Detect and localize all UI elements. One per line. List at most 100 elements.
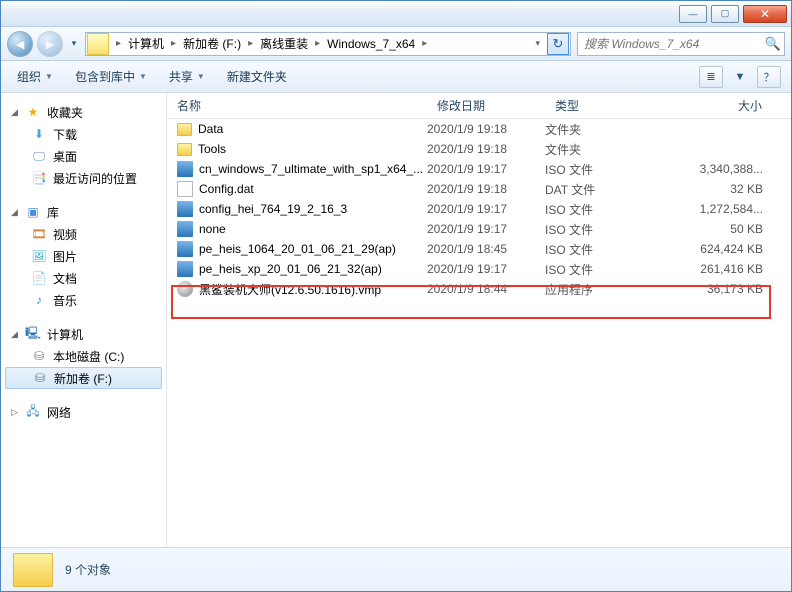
sidebar-item[interactable]: ♪ 音乐 <box>1 289 166 311</box>
file-name: Data <box>198 122 223 136</box>
change-view-button[interactable]: ≣ <box>699 66 723 88</box>
command-bar: 组织 ▼ 包含到库中 ▼ 共享 ▼ 新建文件夹 ≣ ▼ ？ <box>1 61 791 93</box>
sidebar-item[interactable]: ⛁本地磁盘 (C:) <box>1 345 166 367</box>
item-label: 文档 <box>53 270 77 287</box>
recent-locations-dropdown[interactable]: ▾ <box>67 31 81 57</box>
chevron-right-icon[interactable]: ▸ <box>245 38 256 49</box>
breadcrumb-segment[interactable]: 计算机 <box>124 33 168 55</box>
file-type: 文件夹 <box>545 141 653 158</box>
iso-icon <box>177 261 193 277</box>
chevron-down-icon: ▼ <box>139 72 147 81</box>
file-size: 3,340,388... <box>653 162 791 176</box>
forward-button[interactable]: ► <box>37 31 63 57</box>
file-row[interactable]: pe_heis_1064_20_01_06_21_29(ap)2020/1/9 … <box>167 239 791 259</box>
file-date: 2020/1/9 18:45 <box>427 242 545 256</box>
chevron-right-icon[interactable]: ▸ <box>312 38 323 49</box>
file-name: pe_heis_xp_20_01_06_21_32(ap) <box>199 262 382 276</box>
breadcrumb-segment[interactable]: Windows_7_x64 <box>323 33 419 55</box>
file-name: cn_windows_7_ultimate_with_sp1_x64_... <box>199 162 423 176</box>
view-dropdown[interactable]: ▼ <box>733 66 747 88</box>
size-column-header[interactable]: 大小 <box>653 93 791 118</box>
libraries-label: 库 <box>47 204 59 221</box>
organize-label: 组织 <box>17 68 41 85</box>
favorites-header[interactable]: ◢ ★ 收藏夹 <box>1 101 166 123</box>
item-icon: 🖵 <box>31 148 47 164</box>
file-rows[interactable]: Data2020/1/9 19:18文件夹Tools2020/1/9 19:18… <box>167 119 791 547</box>
file-size: 36,173 KB <box>653 282 791 296</box>
close-button[interactable]: ✕ <box>743 5 787 23</box>
include-in-library-menu[interactable]: 包含到库中 ▼ <box>69 65 153 88</box>
breadcrumb-segment[interactable]: 离线重装 <box>256 33 312 55</box>
sidebar-item[interactable]: 📄文档 <box>1 267 166 289</box>
folder-icon <box>87 33 109 55</box>
search-input[interactable] <box>578 33 762 55</box>
name-column-header[interactable]: 名称 <box>167 93 427 118</box>
libraries-header[interactable]: ◢ ▣ 库 <box>1 201 166 223</box>
type-column-header[interactable]: 类型 <box>545 93 653 118</box>
item-icon: ♪ <box>31 292 47 308</box>
file-name: config_hei_764_19_2_16_3 <box>199 202 347 216</box>
sidebar-item[interactable]: 🖼图片 <box>1 245 166 267</box>
new-folder-button[interactable]: 新建文件夹 <box>221 65 293 88</box>
navigation-pane[interactable]: ◢ ★ 收藏夹 ⬇下载 🖵 桌面 📑最近访问的位置 ◢ ▣ 库 🎞视频🖼图片📄文档 ♪ 音… <box>1 93 167 547</box>
file-row[interactable]: cn_windows_7_ultimate_with_sp1_x64_... 20… <box>167 159 791 179</box>
address-dropdown[interactable]: ▾ <box>532 38 543 49</box>
sidebar-item[interactable]: ⬇下载 <box>1 123 166 145</box>
search-icon[interactable]: 🔍 <box>762 36 784 52</box>
maximize-button[interactable]: ▢ <box>711 5 739 23</box>
libraries-group: ◢ ▣ 库 🎞视频🖼图片📄文档 ♪ 音乐 <box>1 201 166 311</box>
refresh-button[interactable]: ↻ <box>547 33 569 55</box>
file-date: 2020/1/9 19:18 <box>427 122 545 136</box>
item-icon: ⛁ <box>32 370 48 386</box>
file-row[interactable]: Data2020/1/9 19:18文件夹 <box>167 119 791 139</box>
file-type: ISO 文件 <box>545 241 653 258</box>
file-row[interactable]: Tools2020/1/9 19:18文件夹 <box>167 139 791 159</box>
favorites-label: 收藏夹 <box>47 104 83 121</box>
folder-icon <box>177 143 192 156</box>
network-header[interactable]: ▷ 🖧 网络 <box>1 401 166 423</box>
file-row[interactable]: 黑鲨装机大师(v12.6.50.1616).vmp2020/1/9 18:44应… <box>167 279 791 299</box>
organize-menu[interactable]: 组织 ▼ <box>11 65 59 88</box>
file-name: 黑鲨装机大师(v12.6.50.1616).vmp <box>199 281 381 298</box>
chevron-right-icon[interactable]: ▸ <box>419 38 430 49</box>
file-date: 2020/1/9 19:17 <box>427 262 545 276</box>
search-box[interactable]: 🔍 <box>577 32 785 56</box>
chevron-down-icon: ▼ <box>197 72 205 81</box>
chevron-right-icon[interactable]: ▸ <box>113 38 124 49</box>
file-type: ISO 文件 <box>545 261 653 278</box>
library-icon: ▣ <box>25 204 41 220</box>
help-button[interactable]: ？ <box>757 66 781 88</box>
item-label: 音乐 <box>53 292 77 309</box>
item-label: 下载 <box>53 126 77 143</box>
sidebar-item[interactable]: ⛁新加卷 (F:) <box>5 367 162 389</box>
file-row[interactable]: Config.dat2020/1/9 19:18DAT 文件32 KB <box>167 179 791 199</box>
sidebar-item[interactable]: 🖵 桌面 <box>1 145 166 167</box>
date-column-header[interactable]: 修改日期 <box>427 93 545 118</box>
computer-header[interactable]: ◢ 🖳 计算机 <box>1 323 166 345</box>
minimize-button[interactable]: — <box>679 5 707 23</box>
file-row[interactable]: pe_heis_xp_20_01_06_21_32(ap) 2020/1/9 19… <box>167 259 791 279</box>
main-area: ◢ ★ 收藏夹 ⬇下载 🖵 桌面 📑最近访问的位置 ◢ ▣ 库 🎞视频🖼图片📄文档 ♪ 音… <box>1 93 791 547</box>
sidebar-item[interactable]: 📑最近访问的位置 <box>1 167 166 189</box>
titlebar[interactable]: — ▢ ✕ <box>1 1 791 27</box>
item-label: 图片 <box>53 248 77 265</box>
computer-group: ◢ 🖳 计算机 ⛁本地磁盘 (C:)⛁新加卷 (F:) <box>1 323 166 389</box>
sidebar-item[interactable]: 🎞视频 <box>1 223 166 245</box>
file-row[interactable]: config_hei_764_19_2_16_32020/1/9 19:17IS… <box>167 199 791 219</box>
collapse-icon[interactable]: ◢ <box>11 329 19 340</box>
file-date: 2020/1/9 19:18 <box>427 142 545 156</box>
file-date: 2020/1/9 19:18 <box>427 182 545 196</box>
file-date: 2020/1/9 19:17 <box>427 162 545 176</box>
expand-icon[interactable]: ▷ <box>11 407 19 418</box>
file-size: 32 KB <box>653 182 791 196</box>
share-menu[interactable]: 共享 ▼ <box>163 65 211 88</box>
chevron-right-icon[interactable]: ▸ <box>168 38 179 49</box>
address-bar[interactable]: ▸ 计算机▸新加卷 (F:)▸离线重装▸Windows_7_x64▸ ▾ ↻ <box>85 32 571 56</box>
back-button[interactable]: ◄ <box>7 31 33 57</box>
collapse-icon[interactable]: ◢ <box>11 107 19 118</box>
item-label: 桌面 <box>53 148 77 165</box>
item-label: 视频 <box>53 226 77 243</box>
collapse-icon[interactable]: ◢ <box>11 207 19 218</box>
file-row[interactable]: none2020/1/9 19:17ISO 文件50 KB <box>167 219 791 239</box>
breadcrumb-segment[interactable]: 新加卷 (F:) <box>179 33 245 55</box>
